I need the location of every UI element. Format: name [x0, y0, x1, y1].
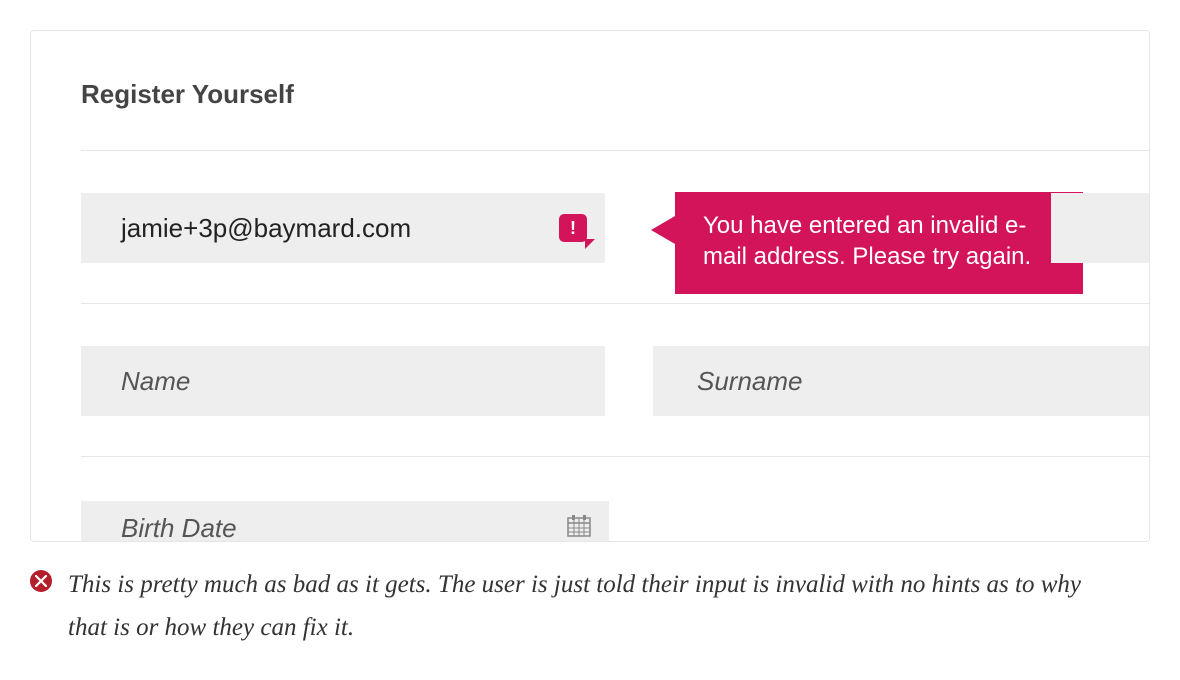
cropped-right-field [1051, 193, 1149, 263]
birth-date-input[interactable]: Birth Date [81, 501, 609, 542]
screenshot-card: Register Yourself jamie+3p@baymard.com !… [30, 30, 1150, 542]
surname-placeholder: Surname [697, 366, 803, 397]
divider [81, 150, 1149, 151]
error-tooltip: You have entered an invalid e-mail addre… [675, 192, 1083, 294]
error-tooltip-text: You have entered an invalid e-mail addre… [703, 212, 1031, 270]
error-icon-glyph: ! [570, 219, 576, 237]
surname-input[interactable]: Surname [653, 346, 1149, 416]
email-field-wrap: jamie+3p@baymard.com ! [81, 193, 605, 263]
calendar-icon[interactable] [567, 515, 591, 542]
birth-date-row: Birth Date [81, 501, 609, 542]
name-surname-row: Name Surname [81, 346, 1149, 416]
caption-row: This is pretty much as bad as it gets. T… [30, 564, 1150, 649]
caption-text: This is pretty much as bad as it gets. T… [68, 564, 1118, 649]
name-input[interactable]: Name [81, 346, 605, 416]
name-placeholder: Name [121, 366, 190, 397]
birth-date-placeholder: Birth Date [121, 513, 237, 542]
close-circle-icon [30, 570, 52, 592]
divider [81, 456, 1149, 457]
error-icon-tail [585, 239, 595, 249]
email-input[interactable]: jamie+3p@baymard.com [81, 193, 605, 263]
form-title: Register Yourself [81, 79, 1149, 110]
email-row: jamie+3p@baymard.com ! You have entered … [81, 193, 1149, 263]
divider [81, 303, 1149, 304]
email-value: jamie+3p@baymard.com [121, 213, 411, 244]
error-icon: ! [559, 214, 587, 242]
